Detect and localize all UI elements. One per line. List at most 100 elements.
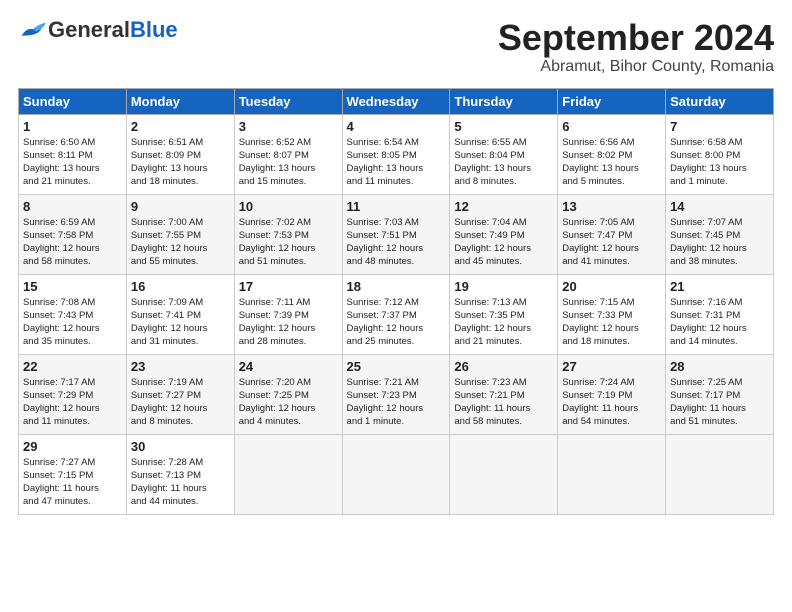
day-number: 6	[562, 119, 661, 134]
day-info: Sunrise: 7:16 AMSunset: 7:31 PMDaylight:…	[670, 297, 747, 348]
day-number: 17	[239, 279, 338, 294]
day-info: Sunrise: 7:17 AMSunset: 7:29 PMDaylight:…	[23, 377, 100, 428]
day-number: 10	[239, 199, 338, 214]
calendar-header-row: Sunday Monday Tuesday Wednesday Thursday…	[19, 88, 774, 114]
day-number: 25	[347, 359, 446, 374]
table-row: 9 Sunrise: 7:00 AMSunset: 7:55 PMDaylight…	[126, 194, 234, 274]
table-row: 2 Sunrise: 6:51 AMSunset: 8:09 PMDaylight…	[126, 114, 234, 194]
logo-text: GeneralBlue	[48, 18, 178, 42]
day-number: 11	[347, 199, 446, 214]
day-info: Sunrise: 6:54 AMSunset: 8:05 PMDaylight:…	[347, 137, 424, 188]
day-number: 2	[131, 119, 230, 134]
day-info: Sunrise: 7:07 AMSunset: 7:45 PMDaylight:…	[670, 217, 747, 268]
day-info: Sunrise: 6:56 AMSunset: 8:02 PMDaylight:…	[562, 137, 639, 188]
table-row: 8Sunrise: 6:59 AMSunset: 7:58 PMDaylight…	[19, 194, 127, 274]
sub-title: Abramut, Bihor County, Romania	[498, 58, 774, 76]
table-row: 1Sunrise: 6:50 AMSunset: 8:11 PMDaylight…	[19, 114, 127, 194]
day-info: Sunrise: 7:09 AMSunset: 7:41 PMDaylight:…	[131, 297, 208, 348]
calendar-body: 1Sunrise: 6:50 AMSunset: 8:11 PMDaylight…	[19, 114, 774, 514]
day-number: 30	[131, 439, 230, 454]
day-info: Sunrise: 7:19 AMSunset: 7:27 PMDaylight:…	[131, 377, 208, 428]
table-row: 30 Sunrise: 7:28 AMSunset: 7:13 PMDayligh…	[126, 434, 234, 514]
col-thursday: Thursday	[450, 88, 558, 114]
day-info: Sunrise: 7:23 AMSunset: 7:21 PMDaylight:…	[454, 377, 530, 428]
calendar-row: 8Sunrise: 6:59 AMSunset: 7:58 PMDaylight…	[19, 194, 774, 274]
day-number: 21	[670, 279, 769, 294]
table-row: 24 Sunrise: 7:20 AMSunset: 7:25 PMDayligh…	[234, 354, 342, 434]
day-info: Sunrise: 6:52 AMSunset: 8:07 PMDaylight:…	[239, 137, 316, 188]
day-number: 9	[131, 199, 230, 214]
day-number: 7	[670, 119, 769, 134]
main-title: September 2024	[498, 18, 774, 58]
day-number: 26	[454, 359, 553, 374]
day-number: 5	[454, 119, 553, 134]
day-info: Sunrise: 6:55 AMSunset: 8:04 PMDaylight:…	[454, 137, 531, 188]
calendar-row: 29 Sunrise: 7:27 AMSunset: 7:15 PMDayligh…	[19, 434, 774, 514]
day-info: Sunrise: 7:28 AMSunset: 7:13 PMDaylight:…	[131, 457, 207, 508]
table-row: 21 Sunrise: 7:16 AMSunset: 7:31 PMDayligh…	[666, 274, 774, 354]
day-number: 22	[23, 359, 122, 374]
table-row: 29 Sunrise: 7:27 AMSunset: 7:15 PMDayligh…	[19, 434, 127, 514]
day-number: 24	[239, 359, 338, 374]
day-info: Sunrise: 7:20 AMSunset: 7:25 PMDaylight:…	[239, 377, 316, 428]
calendar-row: 1Sunrise: 6:50 AMSunset: 8:11 PMDaylight…	[19, 114, 774, 194]
day-info: Sunrise: 6:58 AMSunset: 8:00 PMDaylight:…	[670, 137, 747, 188]
main-container: GeneralBlue September 2024 Abramut, Biho…	[0, 0, 792, 525]
day-number: 3	[239, 119, 338, 134]
day-info: Sunrise: 7:00 AMSunset: 7:55 PMDaylight:…	[131, 217, 208, 268]
table-row: 10 Sunrise: 7:02 AMSunset: 7:53 PMDayligh…	[234, 194, 342, 274]
table-row: 20 Sunrise: 7:15 AMSunset: 7:33 PMDayligh…	[558, 274, 666, 354]
table-row	[666, 434, 774, 514]
logo-icon	[18, 21, 48, 39]
day-info: Sunrise: 7:03 AMSunset: 7:51 PMDaylight:…	[347, 217, 424, 268]
day-number: 20	[562, 279, 661, 294]
day-info: Sunrise: 7:08 AMSunset: 7:43 PMDaylight:…	[23, 297, 100, 348]
day-info: Sunrise: 7:15 AMSunset: 7:33 PMDaylight:…	[562, 297, 639, 348]
table-row: 14 Sunrise: 7:07 AMSunset: 7:45 PMDayligh…	[666, 194, 774, 274]
day-number: 13	[562, 199, 661, 214]
day-info: Sunrise: 6:59 AMSunset: 7:58 PMDaylight:…	[23, 217, 100, 268]
table-row: 6 Sunrise: 6:56 AMSunset: 8:02 PMDaylight…	[558, 114, 666, 194]
table-row: 16Sunrise: 7:09 AMSunset: 7:41 PMDayligh…	[126, 274, 234, 354]
table-row: 27Sunrise: 7:24 AMSunset: 7:19 PMDayligh…	[558, 354, 666, 434]
table-row: 13 Sunrise: 7:05 AMSunset: 7:47 PMDayligh…	[558, 194, 666, 274]
table-row: 28Sunrise: 7:25 AMSunset: 7:17 PMDayligh…	[666, 354, 774, 434]
table-row: 25 Sunrise: 7:21 AMSunset: 7:23 PMDayligh…	[342, 354, 450, 434]
table-row: 4Sunrise: 6:54 AMSunset: 8:05 PMDaylight…	[342, 114, 450, 194]
day-info: Sunrise: 7:24 AMSunset: 7:19 PMDaylight:…	[562, 377, 638, 428]
day-number: 29	[23, 439, 122, 454]
day-info: Sunrise: 7:04 AMSunset: 7:49 PMDaylight:…	[454, 217, 531, 268]
col-wednesday: Wednesday	[342, 88, 450, 114]
table-row: 18Sunrise: 7:12 AMSunset: 7:37 PMDayligh…	[342, 274, 450, 354]
table-row	[558, 434, 666, 514]
day-info: Sunrise: 7:27 AMSunset: 7:15 PMDaylight:…	[23, 457, 99, 508]
header: GeneralBlue September 2024 Abramut, Biho…	[18, 18, 774, 76]
col-saturday: Saturday	[666, 88, 774, 114]
table-row: 17 Sunrise: 7:11 AMSunset: 7:39 PMDayligh…	[234, 274, 342, 354]
day-number: 12	[454, 199, 553, 214]
table-row	[234, 434, 342, 514]
table-row: 5 Sunrise: 6:55 AMSunset: 8:04 PMDaylight…	[450, 114, 558, 194]
day-info: Sunrise: 7:21 AMSunset: 7:23 PMDaylight:…	[347, 377, 424, 428]
day-info: Sunrise: 6:51 AMSunset: 8:09 PMDaylight:…	[131, 137, 208, 188]
table-row: 15Sunrise: 7:08 AMSunset: 7:43 PMDayligh…	[19, 274, 127, 354]
table-row: 7 Sunrise: 6:58 AMSunset: 8:00 PMDaylight…	[666, 114, 774, 194]
calendar-row: 22 Sunrise: 7:17 AMSunset: 7:29 PMDayligh…	[19, 354, 774, 434]
day-number: 1	[23, 119, 122, 134]
day-info: Sunrise: 7:11 AMSunset: 7:39 PMDaylight:…	[239, 297, 316, 348]
col-friday: Friday	[558, 88, 666, 114]
table-row: 22 Sunrise: 7:17 AMSunset: 7:29 PMDayligh…	[19, 354, 127, 434]
day-number: 14	[670, 199, 769, 214]
logo: GeneralBlue	[18, 18, 178, 42]
day-info: Sunrise: 7:05 AMSunset: 7:47 PMDaylight:…	[562, 217, 639, 268]
col-monday: Monday	[126, 88, 234, 114]
calendar-table: Sunday Monday Tuesday Wednesday Thursday…	[18, 88, 774, 515]
calendar-row: 15Sunrise: 7:08 AMSunset: 7:43 PMDayligh…	[19, 274, 774, 354]
table-row: 3 Sunrise: 6:52 AMSunset: 8:07 PMDaylight…	[234, 114, 342, 194]
day-number: 18	[347, 279, 446, 294]
table-row	[342, 434, 450, 514]
day-number: 23	[131, 359, 230, 374]
day-info: Sunrise: 7:25 AMSunset: 7:17 PMDaylight:…	[670, 377, 746, 428]
day-info: Sunrise: 7:02 AMSunset: 7:53 PMDaylight:…	[239, 217, 316, 268]
day-info: Sunrise: 7:13 AMSunset: 7:35 PMDaylight:…	[454, 297, 531, 348]
